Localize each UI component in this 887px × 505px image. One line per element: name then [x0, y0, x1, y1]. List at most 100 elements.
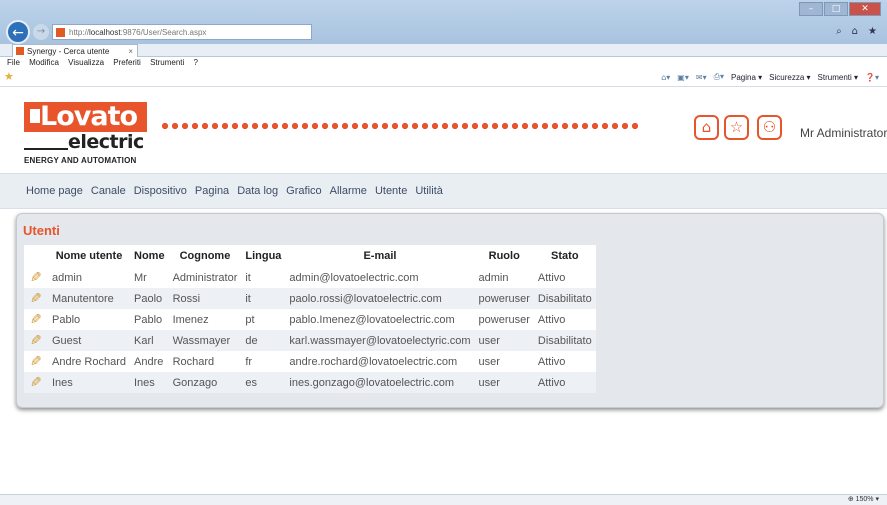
user-name[interactable]: Mr Administrator: [800, 126, 887, 140]
cell-email: karl.wassmayer@lovatoelectyric.com: [285, 330, 475, 351]
pencil-edit-icon[interactable]: ✎: [30, 354, 42, 370]
edit-cell[interactable]: ✎: [24, 288, 48, 309]
pencil-edit-icon[interactable]: ✎: [30, 375, 42, 391]
menu-strumenti[interactable]: Strumenti: [150, 58, 184, 67]
pencil-edit-icon[interactable]: ✎: [30, 270, 42, 286]
edit-cell[interactable]: ✎: [24, 351, 48, 372]
nav-utente[interactable]: Utente: [375, 174, 407, 208]
nav-dispositivo[interactable]: Dispositivo: [134, 174, 187, 208]
header-language[interactable]: Lingua: [241, 245, 286, 267]
header-role[interactable]: Ruolo: [474, 245, 534, 267]
back-arrow-icon[interactable]: ←: [6, 20, 30, 44]
table-header-row: Nome utente Nome Cognome Lingua E-mail R…: [24, 245, 596, 267]
main-nav: Home page Canale Dispositivo Pagina Data…: [0, 173, 887, 209]
table-row[interactable]: ✎ admin Mr Administrator it admin@lovato…: [24, 267, 596, 288]
cell-language: es: [241, 372, 286, 393]
cell-email: paolo.rossi@lovatoelectric.com: [285, 288, 475, 309]
help-command-icon[interactable]: ❓▾: [865, 73, 879, 82]
users-table: Nome utente Nome Cognome Lingua E-mail R…: [24, 245, 596, 393]
cell-language: de: [241, 330, 286, 351]
menu-help[interactable]: ?: [194, 58, 198, 67]
cell-role: admin: [474, 267, 534, 288]
cell-language: pt: [241, 309, 286, 330]
header-surname[interactable]: Cognome: [168, 245, 242, 267]
star-icon[interactable]: ☆: [724, 115, 749, 140]
cell-role: user: [474, 351, 534, 372]
search-icon[interactable]: ⌕: [836, 26, 842, 37]
edit-cell[interactable]: ✎: [24, 309, 48, 330]
decorative-dots: [160, 122, 640, 130]
maximize-button[interactable]: □: [824, 2, 848, 16]
cell-username: Pablo: [48, 309, 130, 330]
nav-canale[interactable]: Canale: [91, 174, 126, 208]
header-edit: [24, 245, 48, 267]
address-path: :9876/User/Search.aspx: [120, 28, 207, 37]
browser-right-icons: ⌕ ⌂ ★: [836, 26, 877, 37]
table-row[interactable]: ✎ Guest Karl Wassmayer de karl.wassmayer…: [24, 330, 596, 351]
header-email[interactable]: E-mail: [285, 245, 475, 267]
pencil-edit-icon[interactable]: ✎: [30, 312, 42, 328]
user-icon[interactable]: ⚇: [757, 115, 782, 140]
menu-modifica[interactable]: Modifica: [29, 58, 59, 67]
favorites-star-icon[interactable]: ★: [868, 26, 877, 37]
nav-allarme[interactable]: Allarme: [330, 174, 367, 208]
home-icon[interactable]: ⌂: [694, 115, 719, 140]
browser-tab[interactable]: Synergy - Cerca utente ×: [12, 44, 138, 57]
favicon-icon: [56, 28, 65, 37]
feeds-command-icon[interactable]: ▣▾: [677, 73, 689, 82]
cell-surname: Imenez: [168, 309, 242, 330]
forward-arrow-icon[interactable]: →: [33, 24, 49, 40]
home-command-icon[interactable]: ⌂▾: [661, 73, 670, 82]
nav-utilita[interactable]: Utilità: [415, 174, 443, 208]
logo-box: Lovato: [24, 101, 147, 132]
table-row[interactable]: ✎ Andre Rochard Andre Rochard fr andre.r…: [24, 351, 596, 372]
pencil-edit-icon[interactable]: ✎: [30, 291, 42, 307]
command-strumenti[interactable]: Strumenti ▾: [818, 73, 858, 82]
cell-name: Paolo: [130, 288, 169, 309]
cell-surname: Rochard: [168, 351, 242, 372]
cell-role: user: [474, 372, 534, 393]
print-command-icon[interactable]: ⎙▾: [714, 72, 724, 82]
logo-bottom-text: electric: [68, 131, 144, 153]
browser-menubar: File Modifica Visualizza Preferiti Strum…: [0, 57, 887, 68]
cell-role: user: [474, 330, 534, 351]
panel-title: Utenti: [23, 223, 60, 238]
cell-name: Mr: [130, 267, 169, 288]
cell-surname: Rossi: [168, 288, 242, 309]
cell-name: Karl: [130, 330, 169, 351]
cell-name: Ines: [130, 372, 169, 393]
cell-email: pablo.Imenez@lovatoelectric.com: [285, 309, 475, 330]
zoom-value: 150%: [855, 496, 874, 503]
nav-grafico[interactable]: Grafico: [286, 174, 321, 208]
address-host: localhost: [89, 28, 121, 37]
menu-preferiti[interactable]: Preferiti: [113, 58, 141, 67]
nav-data-log[interactable]: Data log: [237, 174, 278, 208]
close-window-button[interactable]: ✕: [849, 2, 881, 16]
favorites-bar-star-icon[interactable]: ★: [4, 70, 14, 83]
mail-command-icon[interactable]: ✉▾: [696, 73, 707, 82]
header-name[interactable]: Nome: [130, 245, 169, 267]
header-username[interactable]: Nome utente: [48, 245, 130, 267]
menu-visualizza[interactable]: Visualizza: [68, 58, 104, 67]
table-row[interactable]: ✎ Manutentore Paolo Rossi it paolo.rossi…: [24, 288, 596, 309]
menu-file[interactable]: File: [7, 58, 20, 67]
cell-status: Attivo: [533, 351, 596, 372]
table-row[interactable]: ✎ Pablo Pablo Imenez pt pablo.Imenez@lov…: [24, 309, 596, 330]
cell-email: andre.rochard@lovatoelectric.com: [285, 351, 475, 372]
minimize-button[interactable]: –: [799, 2, 823, 16]
edit-cell[interactable]: ✎: [24, 330, 48, 351]
browser-home-icon[interactable]: ⌂: [852, 26, 858, 37]
header-status[interactable]: Stato: [533, 245, 596, 267]
cell-email: admin@lovatoelectric.com: [285, 267, 475, 288]
edit-cell[interactable]: ✎: [24, 267, 48, 288]
command-sicurezza[interactable]: Sicurezza ▾: [769, 73, 810, 82]
nav-home-page[interactable]: Home page: [26, 174, 83, 208]
logo-mark: [30, 109, 40, 123]
browser-statusbar: ⊕ 150% ▾: [0, 494, 887, 505]
command-pagina[interactable]: Pagina ▾: [731, 73, 762, 82]
edit-cell[interactable]: ✎: [24, 372, 48, 393]
table-row[interactable]: ✎ Ines Ines Gonzago es ines.gonzago@lova…: [24, 372, 596, 393]
nav-pagina[interactable]: Pagina: [195, 174, 229, 208]
address-bar[interactable]: http://localhost:9876/User/Search.aspx: [52, 24, 312, 40]
pencil-edit-icon[interactable]: ✎: [30, 333, 42, 349]
